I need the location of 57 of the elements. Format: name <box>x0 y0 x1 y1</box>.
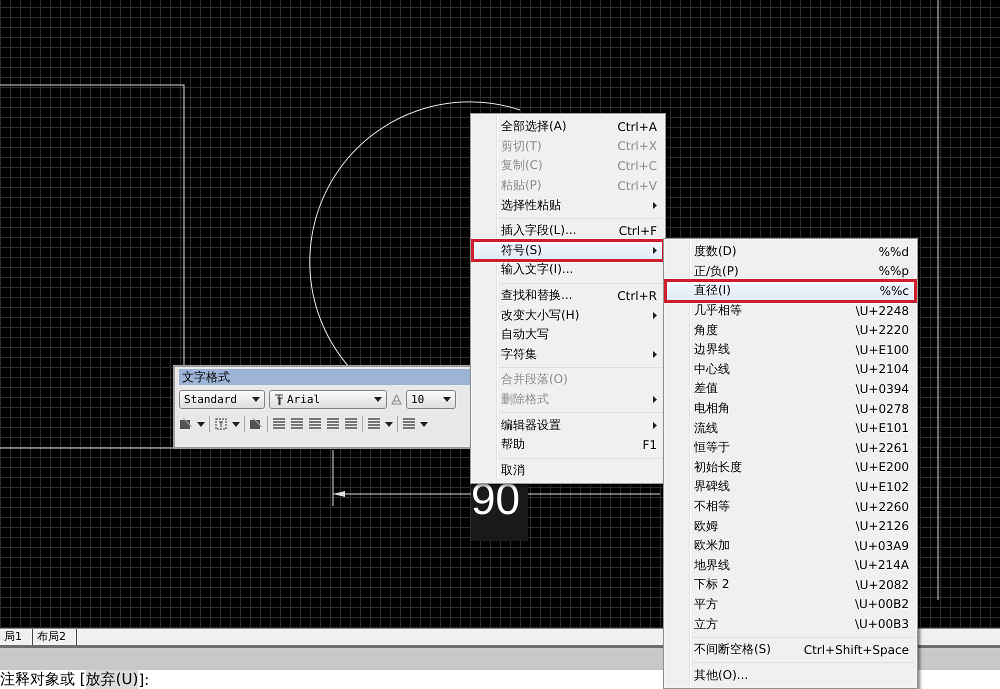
align-left-icon[interactable] <box>272 417 286 431</box>
submenu-arrow-icon <box>653 202 657 209</box>
caret-icon <box>443 396 451 402</box>
menu-item[interactable]: 欧姆 \U+2126 <box>666 516 915 536</box>
submenu-arrow-icon <box>653 350 657 358</box>
caret-icon <box>374 396 382 402</box>
style-dropdown[interactable]: Standard <box>179 390 265 408</box>
menu-item[interactable]: 欧米加 \U+03A9 <box>666 536 915 556</box>
menu-item[interactable]: 平方 \U+00B2 <box>666 594 915 614</box>
menu-item[interactable]: 下标 2 \U+2082 <box>666 575 915 595</box>
menu-item[interactable]: 恒等于 \U+2261 <box>666 438 915 458</box>
menu-item[interactable]: 地界线 \U+214A <box>666 556 915 576</box>
menu-item[interactable]: 插入字段(L)... Ctrl+F <box>473 220 663 241</box>
submenu-arrow-icon <box>653 422 657 429</box>
menu-item[interactable]: 输入文字(I)... <box>473 260 663 280</box>
font-icon <box>274 394 284 404</box>
menu-item[interactable]: 其他(O)... <box>666 665 915 686</box>
menu-item[interactable]: 编辑器设置 <box>473 415 663 435</box>
menu-item[interactable]: 全部选择(A) Ctrl+A <box>473 117 663 137</box>
menu-item[interactable]: 中心线 \U+2104 <box>666 360 915 380</box>
menu-item[interactable]: 改变大小写(H) <box>473 305 663 325</box>
caret-icon <box>197 422 205 426</box>
submenu-arrow-icon <box>653 396 657 404</box>
menu-item[interactable]: 流线 \U+E101 <box>666 418 915 438</box>
menu-item[interactable]: 取消 <box>473 460 663 480</box>
menu-item[interactable]: 自动大写 <box>473 324 663 345</box>
caret-icon <box>252 396 260 402</box>
menu-item[interactable]: 选择性粘贴 <box>473 195 663 215</box>
menu-item[interactable]: 电相角 \U+0278 <box>666 398 915 418</box>
menu-item[interactable]: 不间断空格(S) Ctrl+Shift+Space <box>666 640 915 660</box>
menu-item[interactable]: 字符集 <box>473 344 663 364</box>
menu-item[interactable]: 立方 \U+00B3 <box>666 614 915 634</box>
menu-item[interactable]: 边界线 \U+E100 <box>666 340 915 360</box>
menu-item[interactable]: 角度 \U+2220 <box>666 320 915 340</box>
menu-item[interactable]: 符号(S) <box>473 240 663 260</box>
menu-item[interactable]: 几乎相等 \U+2248 <box>666 300 915 320</box>
font-dropdown[interactable]: Arial <box>269 390 387 408</box>
command-option[interactable]: 放弃(U) <box>86 670 138 689</box>
caret-icon <box>420 422 428 426</box>
menu-item[interactable]: 帮助 F1 <box>473 434 663 454</box>
text-height-icon <box>391 394 402 404</box>
menu-item[interactable]: 差值 \U+0394 <box>666 379 915 399</box>
command-prompt-end: ]: <box>138 670 150 688</box>
menu-item[interactable]: 查找和替换... Ctrl+R <box>473 286 663 306</box>
caret-icon <box>232 422 240 426</box>
menu-item[interactable]: 初始长度 \U+E200 <box>666 458 915 478</box>
menu-item[interactable]: 不相等 \U+2260 <box>666 496 915 516</box>
menu-item[interactable]: 界碑线 \U+E102 <box>666 477 915 497</box>
menu-item[interactable]: 正/负(P) %%p <box>666 262 915 282</box>
menu-item[interactable]: 直径(I) %%c <box>666 281 915 301</box>
text-frame-icon[interactable] <box>214 417 228 431</box>
menu-item[interactable]: 度数(D) %%d <box>666 242 915 262</box>
submenu-arrow-icon <box>653 312 657 319</box>
size-dropdown[interactable]: 10 <box>406 390 456 408</box>
command-prompt: 注释对象或 [ <box>0 670 86 689</box>
submenu-arrow-icon <box>653 246 657 254</box>
caret-icon <box>385 422 393 426</box>
